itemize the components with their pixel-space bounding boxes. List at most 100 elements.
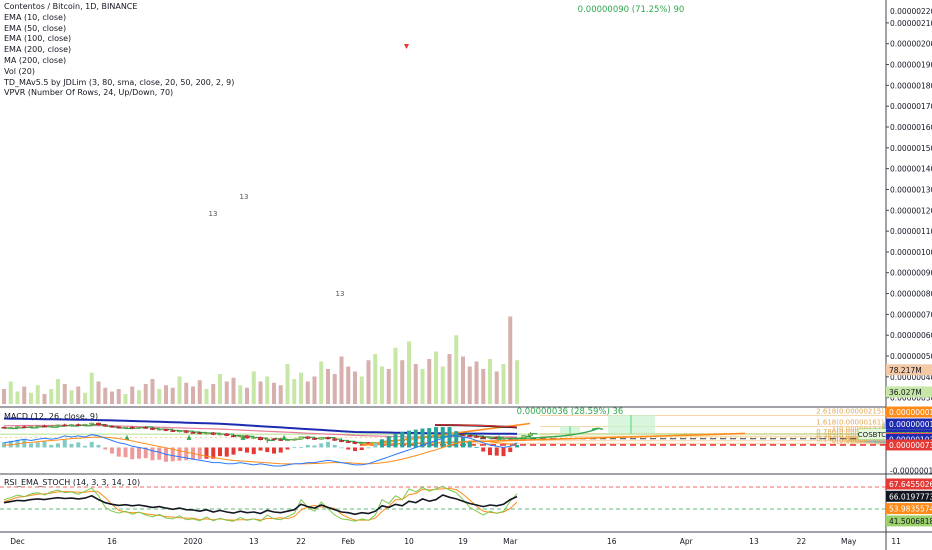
volume-bar bbox=[211, 384, 216, 404]
td-label: 13 bbox=[336, 290, 345, 298]
legend-title[interactable]: Contentos / Bitcoin, 1D, BINANCE bbox=[4, 2, 234, 13]
macd-histogram-bar bbox=[238, 447, 243, 452]
candle-body bbox=[190, 432, 196, 434]
volume-bar bbox=[508, 316, 513, 404]
macd-histogram-bar bbox=[413, 429, 418, 448]
candle-body bbox=[177, 430, 182, 433]
legend-td-ma[interactable]: TD_MAv5.5 by JDLim (3, 80, sma, close, 2… bbox=[4, 78, 234, 89]
candle-body bbox=[345, 441, 351, 443]
macd-histogram-bar bbox=[76, 442, 81, 448]
rsi-label: 66.01977738 bbox=[889, 492, 932, 501]
legend-ema-100[interactable]: EMA (100, close) bbox=[4, 34, 234, 45]
legend-ema-50[interactable]: EMA (50, close) bbox=[4, 24, 234, 35]
volume-bar bbox=[42, 394, 47, 404]
macd-histogram-bar bbox=[89, 441, 94, 448]
candle-body bbox=[55, 424, 61, 427]
volume-bar bbox=[515, 360, 519, 404]
legend-ema-10[interactable]: EMA (10, close) bbox=[4, 13, 234, 24]
legend-ma-200[interactable]: MA (200, close) bbox=[4, 56, 234, 67]
candle-body bbox=[359, 442, 365, 445]
price-tick-label: 0.00000210 bbox=[890, 19, 932, 28]
volume-bar bbox=[278, 385, 283, 404]
macd-histogram-bar bbox=[258, 447, 263, 451]
candle-body bbox=[1, 426, 7, 429]
volume-bar bbox=[474, 361, 479, 404]
time-tick-label: 19 bbox=[458, 537, 468, 546]
volume-bar bbox=[461, 356, 465, 404]
macd-histogram-bar bbox=[346, 447, 351, 450]
candle-body bbox=[264, 438, 270, 441]
volume-bar bbox=[197, 380, 202, 404]
macd-histogram-bar bbox=[251, 447, 256, 455]
volume-bar bbox=[137, 390, 141, 404]
price-tick-label: 0.00000100 bbox=[890, 248, 932, 257]
macd-histogram-bar bbox=[312, 445, 317, 448]
macd-histogram-bar bbox=[454, 431, 459, 448]
volume-bar bbox=[110, 391, 114, 404]
macd-histogram-bar bbox=[231, 447, 236, 455]
price-tick-label: 0.00000050 bbox=[890, 352, 932, 361]
price-tick-label: 0.00000070 bbox=[890, 310, 932, 319]
volume-bar bbox=[332, 374, 337, 404]
volume-bar bbox=[299, 372, 303, 404]
price-tick-label: 0.00000080 bbox=[890, 290, 932, 299]
candle-body bbox=[42, 425, 47, 428]
time-tick-label: Mar bbox=[503, 537, 518, 546]
macd-histogram-bar bbox=[373, 442, 378, 448]
candle-body bbox=[163, 428, 169, 431]
volume-bar bbox=[386, 369, 391, 404]
volume-bar bbox=[56, 379, 60, 404]
macd-legend[interactable]: MACD (12, 26, close, 9) bbox=[4, 412, 98, 421]
volume-bar bbox=[150, 379, 155, 404]
volume-label: 78.217M bbox=[889, 366, 922, 375]
macd-histogram-bar bbox=[332, 444, 337, 448]
candle-body bbox=[237, 435, 243, 438]
macd-histogram-bar bbox=[326, 441, 330, 448]
macd-histogram-bar bbox=[56, 443, 60, 448]
volume-bar bbox=[373, 354, 378, 404]
candle-body bbox=[183, 430, 189, 433]
price-tick-label: 0.00000160 bbox=[890, 123, 932, 132]
legend-vol[interactable]: Vol (20) bbox=[4, 67, 234, 78]
macd-histogram-bar bbox=[380, 439, 384, 448]
target-label-small: 0.00000036 (28.59%) 36 bbox=[517, 407, 624, 417]
candle-body bbox=[204, 432, 209, 435]
macd-histogram-bar bbox=[177, 447, 182, 461]
candle-body bbox=[8, 427, 14, 429]
candle-body bbox=[312, 438, 317, 440]
legend-ema-200[interactable]: EMA (200, close) bbox=[4, 45, 234, 56]
macd-histogram-bar bbox=[467, 441, 472, 448]
volume-bar bbox=[265, 376, 270, 404]
volume-bar bbox=[434, 351, 438, 404]
macd-histogram-bar bbox=[292, 446, 297, 448]
legend-vpvr[interactable]: VPVR (Number Of Rows, 24, Up/Down, 70) bbox=[4, 88, 234, 99]
candle-body bbox=[231, 435, 236, 437]
price-tick-label: 0.00000190 bbox=[890, 61, 932, 70]
volume-bar bbox=[35, 385, 40, 404]
price-tick-label: 0.00000060 bbox=[890, 331, 932, 340]
macd-histogram-bar bbox=[272, 447, 276, 454]
volume-bar bbox=[481, 369, 486, 404]
macd-histogram-bar bbox=[386, 436, 391, 448]
macd-histogram-bar bbox=[508, 447, 513, 453]
volume-bar bbox=[143, 384, 148, 404]
volume-bar bbox=[245, 387, 249, 404]
price-tick-label: 0.00000200 bbox=[890, 40, 932, 49]
time-tick-label: Apr bbox=[680, 537, 694, 546]
macd-histogram-bar bbox=[197, 447, 202, 460]
macd-histogram-bar bbox=[434, 427, 438, 448]
macd-histogram-bar bbox=[130, 447, 135, 460]
rsi-legend[interactable]: RSI_EMA_STOCH (14, 3, 3, 14, 10) bbox=[4, 478, 140, 487]
candle-body bbox=[480, 436, 486, 439]
time-tick-label: 13 bbox=[249, 537, 259, 546]
volume-bar bbox=[326, 369, 330, 404]
macd-histogram-bar bbox=[157, 447, 162, 460]
volume-bar bbox=[440, 366, 445, 404]
macd-histogram-bar bbox=[110, 447, 114, 454]
volume-bar bbox=[123, 394, 128, 404]
macd-histogram-bar bbox=[83, 445, 87, 448]
macd-tick-label: -0.00000010 bbox=[890, 467, 932, 476]
candle-body bbox=[210, 432, 216, 435]
time-tick-label: 2020 bbox=[183, 537, 202, 546]
macd-histogram-bar bbox=[501, 447, 506, 457]
